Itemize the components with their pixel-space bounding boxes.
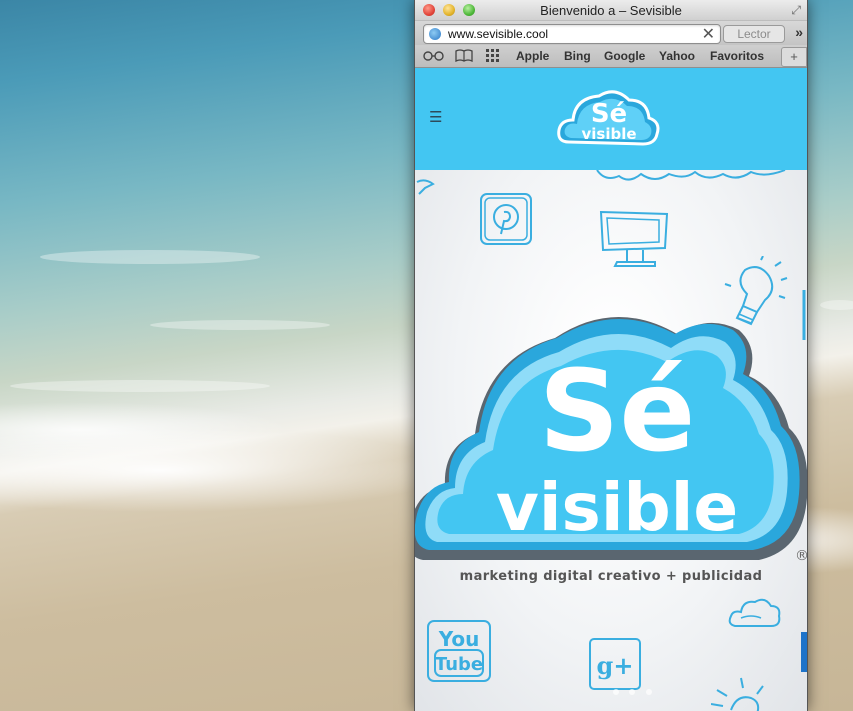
window-title: Bienvenido a – Sevisible [540,3,682,18]
carousel-dots [610,682,655,700]
youtube-doodle-tube: Tube [435,654,483,675]
address-bar-url[interactable]: www.sevisible.cool [448,27,548,41]
speech-bubble-doodle-icon [416,179,435,195]
bookmark-apple[interactable]: Apple [516,49,549,63]
registered-mark: ® [795,548,807,564]
hero-logo-visible: visible [496,469,738,546]
toolbar-overflow-icon[interactable]: » [795,24,803,40]
water-ripple [40,250,260,264]
side-feedback-tab[interactable] [801,632,807,672]
bookmark-bing[interactable]: Bing [564,49,591,63]
youtube-doodle-icon: You Tube [427,620,491,682]
pinterest-doodle-icon [480,193,532,245]
window-titlebar: Bienvenido a – Sevisible ⤢ [415,0,807,21]
new-tab-button[interactable]: + [781,47,807,67]
carousel-dot[interactable] [629,689,636,695]
hero-logo: Sé visible ® [415,317,807,564]
reading-list-icon[interactable] [423,49,445,64]
carousel-dot[interactable] [645,689,652,695]
browser-toolbar: www.sevisible.cool ✕ Lector » [415,21,807,45]
bookmark-favoritos[interactable]: Favoritos [710,49,764,63]
cloud-doodle-icon [596,170,786,181]
carousel-dot[interactable] [613,689,619,695]
hero-logo-se: Sé [539,347,696,477]
clear-address-icon[interactable]: ✕ [702,24,715,44]
address-bar[interactable]: www.sevisible.cool ✕ [423,24,721,44]
water-ripple [150,320,330,330]
bookmark-yahoo[interactable]: Yahoo [659,49,695,63]
bookmarks-book-icon[interactable] [455,49,473,65]
lightbulb-rays-doodle-icon [711,677,764,711]
water-ripple [820,300,853,310]
header-logo[interactable]: Sé visible [557,84,661,156]
top-sites-grid-icon[interactable] [486,49,500,65]
hero-banner: Sé visible ® marketing digital creativo … [415,170,807,711]
bookmarks-bar: Apple Bing Google Yahoo Favoritos + [415,45,807,68]
hero-tagline: marketing digital creativo + publicidad [459,569,763,584]
site-header: ☰ Sé visible [415,68,807,170]
water-ripple [10,380,270,392]
reader-button[interactable]: Lector [723,25,785,43]
google-plus-doodle-text: g+ [597,651,634,680]
small-cloud-doodle-icon [728,598,781,627]
youtube-doodle-you: You [438,627,480,651]
hamburger-menu-icon[interactable]: ☰ [429,108,442,126]
globe-icon [429,28,441,40]
bookmark-google[interactable]: Google [604,49,645,63]
fullscreen-icon[interactable]: ⤢ [791,3,801,18]
header-logo-visible: visible [581,125,636,143]
monitor-doodle-icon [599,210,669,267]
browser-window: Bienvenido a – Sevisible ⤢ www.sevisible… [414,0,808,711]
